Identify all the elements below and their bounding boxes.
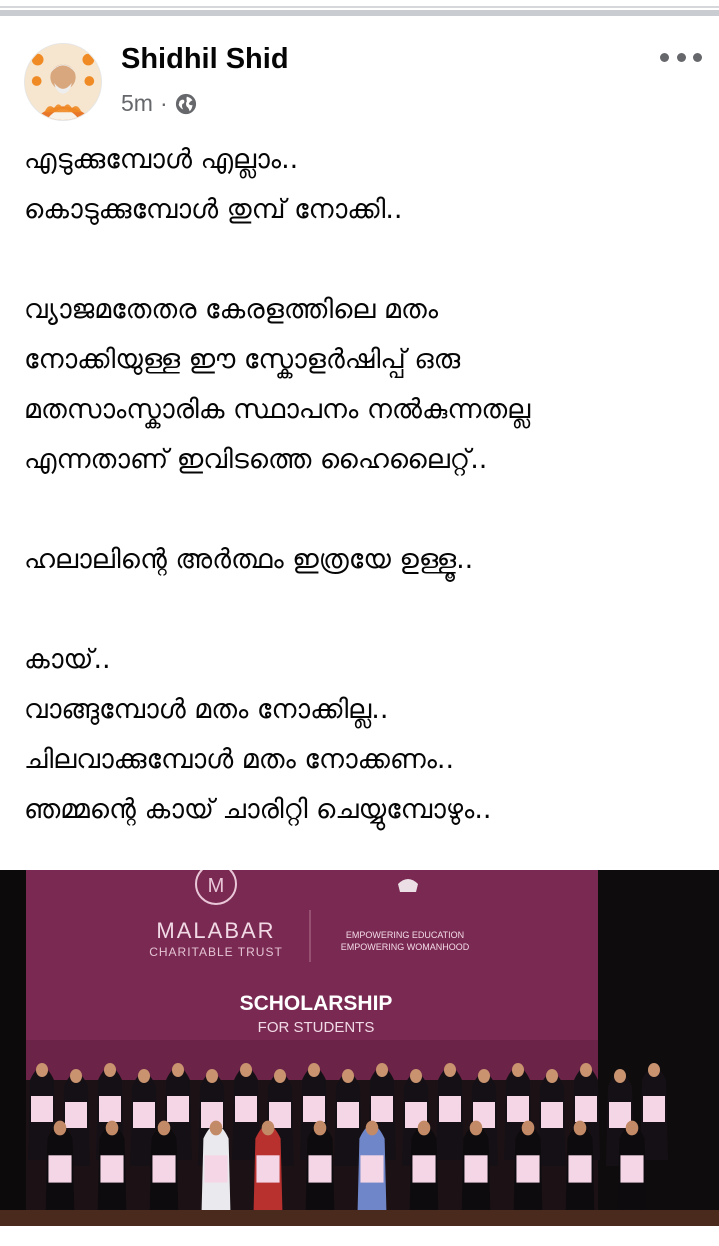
student-figure: [97, 1120, 127, 1223]
globe-icon[interactable]: [175, 93, 197, 115]
avatar-image: [25, 44, 101, 120]
post-text-line: ഹലാലിന്റെ അർത്ഥം ഇത്രയേ ഉള്ളൂ..: [24, 544, 474, 575]
student-figure: [538, 1069, 566, 1166]
student-figure: [436, 1063, 464, 1160]
divider-line: [0, 6, 719, 8]
post-text-line: ചിലവാക്കുമ്പോൾ മതം നോക്കണം..: [24, 744, 455, 775]
post-photo[interactable]: M MALABAR CHARITABLE TRUST EMPOWERING ED…: [0, 870, 719, 1226]
top-divider: [0, 0, 719, 17]
student-figure: [201, 1120, 231, 1223]
post-text-line: വ്യാജമതേതര കേരളത്തിലെ മതം: [24, 294, 439, 325]
divider-band: [0, 10, 719, 16]
post-time[interactable]: 5m: [121, 90, 153, 117]
more-dot: [693, 52, 702, 62]
student-figure: [305, 1120, 335, 1223]
org-name: MALABAR: [156, 918, 275, 943]
post-text-line: ഞമ്മന്റെ കായ് ചാരിറ്റി ചെയ്യുമ്പോഴും..: [24, 794, 492, 825]
student-figure: [357, 1120, 387, 1223]
student-figure: [409, 1120, 439, 1223]
scholarship-heading: SCHOLARSHIP: [240, 992, 393, 1015]
student-figure: [253, 1120, 283, 1223]
scholarship-event-photo: M MALABAR CHARITABLE TRUST EMPOWERING ED…: [0, 870, 719, 1226]
student-figure: [334, 1069, 362, 1166]
more-dot: [660, 52, 669, 62]
student-figure: [45, 1120, 75, 1223]
post-text-line: കായ്..: [24, 644, 111, 675]
org-subtitle: CHARITABLE TRUST: [149, 945, 283, 959]
author-name[interactable]: Shidhil Shid: [121, 43, 289, 76]
logo-letter: M: [208, 875, 225, 897]
student-figure: [149, 1120, 179, 1223]
post-card: Shidhil Shid 5m · എടുക്കുമ്പോൾ എല്ലാം.. ക…: [0, 17, 719, 1246]
post-text-line: മതസാംസ്കാരിക സ്ഥാപനം നൽകുന്നതല്ല: [24, 394, 531, 425]
card-bottom: [0, 1226, 719, 1246]
tagline-1: EMPOWERING EDUCATION: [346, 930, 464, 940]
post-text-line: എന്നതാണ് ഇവിടത്തെ ഹൈലൈറ്റ്..: [24, 444, 488, 475]
scholarship-subheading: FOR STUDENTS: [258, 1019, 375, 1036]
student-figure: [617, 1120, 647, 1223]
avatar[interactable]: [24, 43, 102, 121]
student-figure: [513, 1120, 543, 1223]
post-text-line: കൊടുക്കുമ്പോൾ തുമ്പ് നോക്കി..: [24, 194, 403, 225]
meta-separator: ·: [159, 90, 168, 116]
more-options-icon[interactable]: [660, 47, 702, 67]
post-text: എടുക്കുമ്പോൾ എല്ലാം.. കൊടുക്കുമ്പോൾ തുമ്പ…: [24, 135, 704, 935]
student-figure: [461, 1120, 491, 1223]
post-text-line: നോക്കിയുള്ള ഈ സ്കോളർഷിപ്പ് ഒരു: [24, 344, 461, 375]
post-text-line: എടുക്കുമ്പോൾ എല്ലാം..: [24, 144, 299, 175]
more-dot: [676, 52, 686, 62]
tagline-2: EMPOWERING WOMANHOOD: [341, 942, 470, 952]
post-text-line: വാങ്ങുമ്പോൾ മതം നോക്കില്ല..: [24, 694, 389, 725]
student-figure: [565, 1120, 595, 1223]
post-meta: 5m ·: [121, 90, 197, 117]
